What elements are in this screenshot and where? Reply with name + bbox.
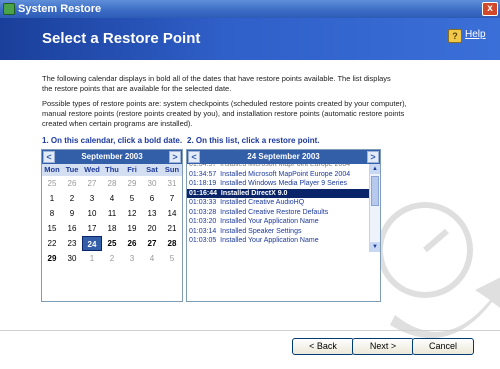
header-banner: Select a Restore Point ? Help	[0, 18, 500, 60]
previous-day-button[interactable]: <	[188, 151, 200, 163]
help-icon[interactable]: ?	[448, 29, 462, 43]
calendar-day[interactable]: 1	[42, 191, 62, 206]
calendar-day[interactable]: 4	[142, 251, 162, 266]
restore-point-item-selected[interactable]: 01:16:44 Installed DirectX 9.0	[187, 188, 370, 198]
weekday-header: Thu	[102, 164, 122, 176]
restore-point-item[interactable]: 01:03:05 Installed Your Application Name	[187, 236, 370, 246]
restore-point-item[interactable]: 01:34:57 Installed Microsoft MapPoint Eu…	[187, 170, 370, 180]
calendar-day[interactable]: 5	[162, 251, 182, 266]
weekday-header: Sat	[142, 164, 162, 176]
system-restore-icon	[3, 3, 15, 15]
calendar-day[interactable]: 3	[122, 251, 142, 266]
back-button[interactable]: < Back	[292, 338, 354, 355]
calendar-day[interactable]: 10	[82, 206, 102, 221]
calendar-day[interactable]: 13	[142, 206, 162, 221]
calendar-day[interactable]: 26	[122, 236, 142, 251]
calendar-day[interactable]: 7	[162, 191, 182, 206]
calendar-day[interactable]: 2	[102, 251, 122, 266]
calendar-day[interactable]: 29	[122, 176, 142, 191]
calendar-day[interactable]: 15	[42, 221, 62, 236]
help-link[interactable]: Help	[465, 29, 486, 40]
scroll-down-icon[interactable]: ▼	[370, 242, 380, 252]
footer-divider	[0, 330, 500, 331]
calendar-day[interactable]: 25	[102, 236, 122, 251]
weekday-header: Wed	[82, 164, 102, 176]
intro-text: The following calendar displays in bold …	[42, 74, 391, 93]
cancel-button[interactable]: Cancel	[412, 338, 474, 355]
calendar-day[interactable]: 3	[82, 191, 102, 206]
previous-month-button[interactable]: <	[43, 151, 55, 163]
calendar-day[interactable]: 23	[62, 236, 82, 251]
calendar[interactable]: < September 2003 > Mon Tue Wed Thu Fri S…	[41, 149, 183, 302]
weekday-header: Tue	[62, 164, 82, 176]
calendar-day[interactable]: 5	[122, 191, 142, 206]
calendar-grid: Mon Tue Wed Thu Fri Sat Sun 25 26 27 28 …	[42, 164, 182, 266]
calendar-day[interactable]: 9	[62, 206, 82, 221]
calendar-day[interactable]: 4	[102, 191, 122, 206]
calendar-month-label: September 2003	[81, 152, 143, 161]
calendar-day[interactable]: 16	[62, 221, 82, 236]
restore-point-item[interactable]: 01:18:19 Installed Windows Media Player …	[187, 179, 370, 189]
calendar-day[interactable]: 20	[142, 221, 162, 236]
calendar-day[interactable]: 27	[82, 176, 102, 191]
scroll-thumb[interactable]	[371, 176, 379, 206]
restore-list-header: < 24 September 2003 >	[187, 150, 380, 164]
calendar-day[interactable]: 26	[62, 176, 82, 191]
calendar-day[interactable]: 19	[122, 221, 142, 236]
calendar-day[interactable]: 22	[42, 236, 62, 251]
next-day-button[interactable]: >	[367, 151, 379, 163]
calendar-day[interactable]: 11	[102, 206, 122, 221]
calendar-day[interactable]: 8	[42, 206, 62, 221]
calendar-day[interactable]: 1	[82, 251, 102, 266]
restore-list-scrollbar[interactable]: ▲ ▼	[369, 164, 380, 252]
step1-label: 1. On this calendar, click a bold date.	[42, 136, 183, 145]
calendar-day[interactable]: 18	[102, 221, 122, 236]
calendar-header: < September 2003 >	[42, 150, 182, 164]
restore-watermark-icon	[377, 202, 500, 339]
scroll-up-icon[interactable]: ▲	[370, 164, 380, 174]
step2-label: 2. On this list, click a restore point.	[187, 136, 320, 145]
calendar-day[interactable]: 14	[162, 206, 182, 221]
calendar-day[interactable]: 30	[62, 251, 82, 266]
restore-point-item[interactable]: 01:03:20 Installed Your Application Name	[187, 217, 370, 227]
next-button[interactable]: Next >	[352, 338, 414, 355]
restore-point-item[interactable]: 01:03:14 Installed Speaker Settings	[187, 227, 370, 237]
calendar-day[interactable]: 21	[162, 221, 182, 236]
page-title: Select a Restore Point	[42, 30, 201, 47]
calendar-day[interactable]: 25	[42, 176, 62, 191]
calendar-day[interactable]: 29	[42, 251, 62, 266]
calendar-day[interactable]: 2	[62, 191, 82, 206]
restore-point-list[interactable]: < 24 September 2003 > 01:34:57 Installed…	[186, 149, 381, 302]
calendar-day[interactable]: 30	[142, 176, 162, 191]
weekday-header: Fri	[122, 164, 142, 176]
calendar-day-selected[interactable]: 24	[82, 236, 102, 251]
restore-list-date: 24 September 2003	[247, 152, 320, 161]
restore-point-types-text: Possible types of restore points are: sy…	[42, 99, 407, 128]
window-title: System Restore	[18, 3, 102, 15]
calendar-day[interactable]: 28	[162, 236, 182, 251]
wizard-content: The following calendar displays in bold …	[0, 60, 500, 369]
weekday-header: Sun	[162, 164, 182, 176]
restore-point-item[interactable]: 01:34:57 Installed Microsoft MapPoint Eu…	[187, 164, 370, 170]
calendar-day[interactable]: 6	[142, 191, 162, 206]
calendar-day[interactable]: 12	[122, 206, 142, 221]
restore-point-item[interactable]: 01:03:28 Installed Creative Restore Defa…	[187, 208, 370, 218]
calendar-day[interactable]: 27	[142, 236, 162, 251]
next-month-button[interactable]: >	[169, 151, 181, 163]
calendar-day[interactable]: 31	[162, 176, 182, 191]
weekday-header: Mon	[42, 164, 62, 176]
calendar-day[interactable]: 17	[82, 221, 102, 236]
title-bar: System Restore x	[0, 0, 500, 18]
close-button[interactable]: x	[482, 2, 498, 16]
restore-list-body: 01:34:57 Installed Microsoft MapPoint Eu…	[187, 164, 370, 252]
restore-point-item[interactable]: 01:03:33 Installed Creative AudioHQ	[187, 198, 370, 208]
calendar-day[interactable]: 28	[102, 176, 122, 191]
